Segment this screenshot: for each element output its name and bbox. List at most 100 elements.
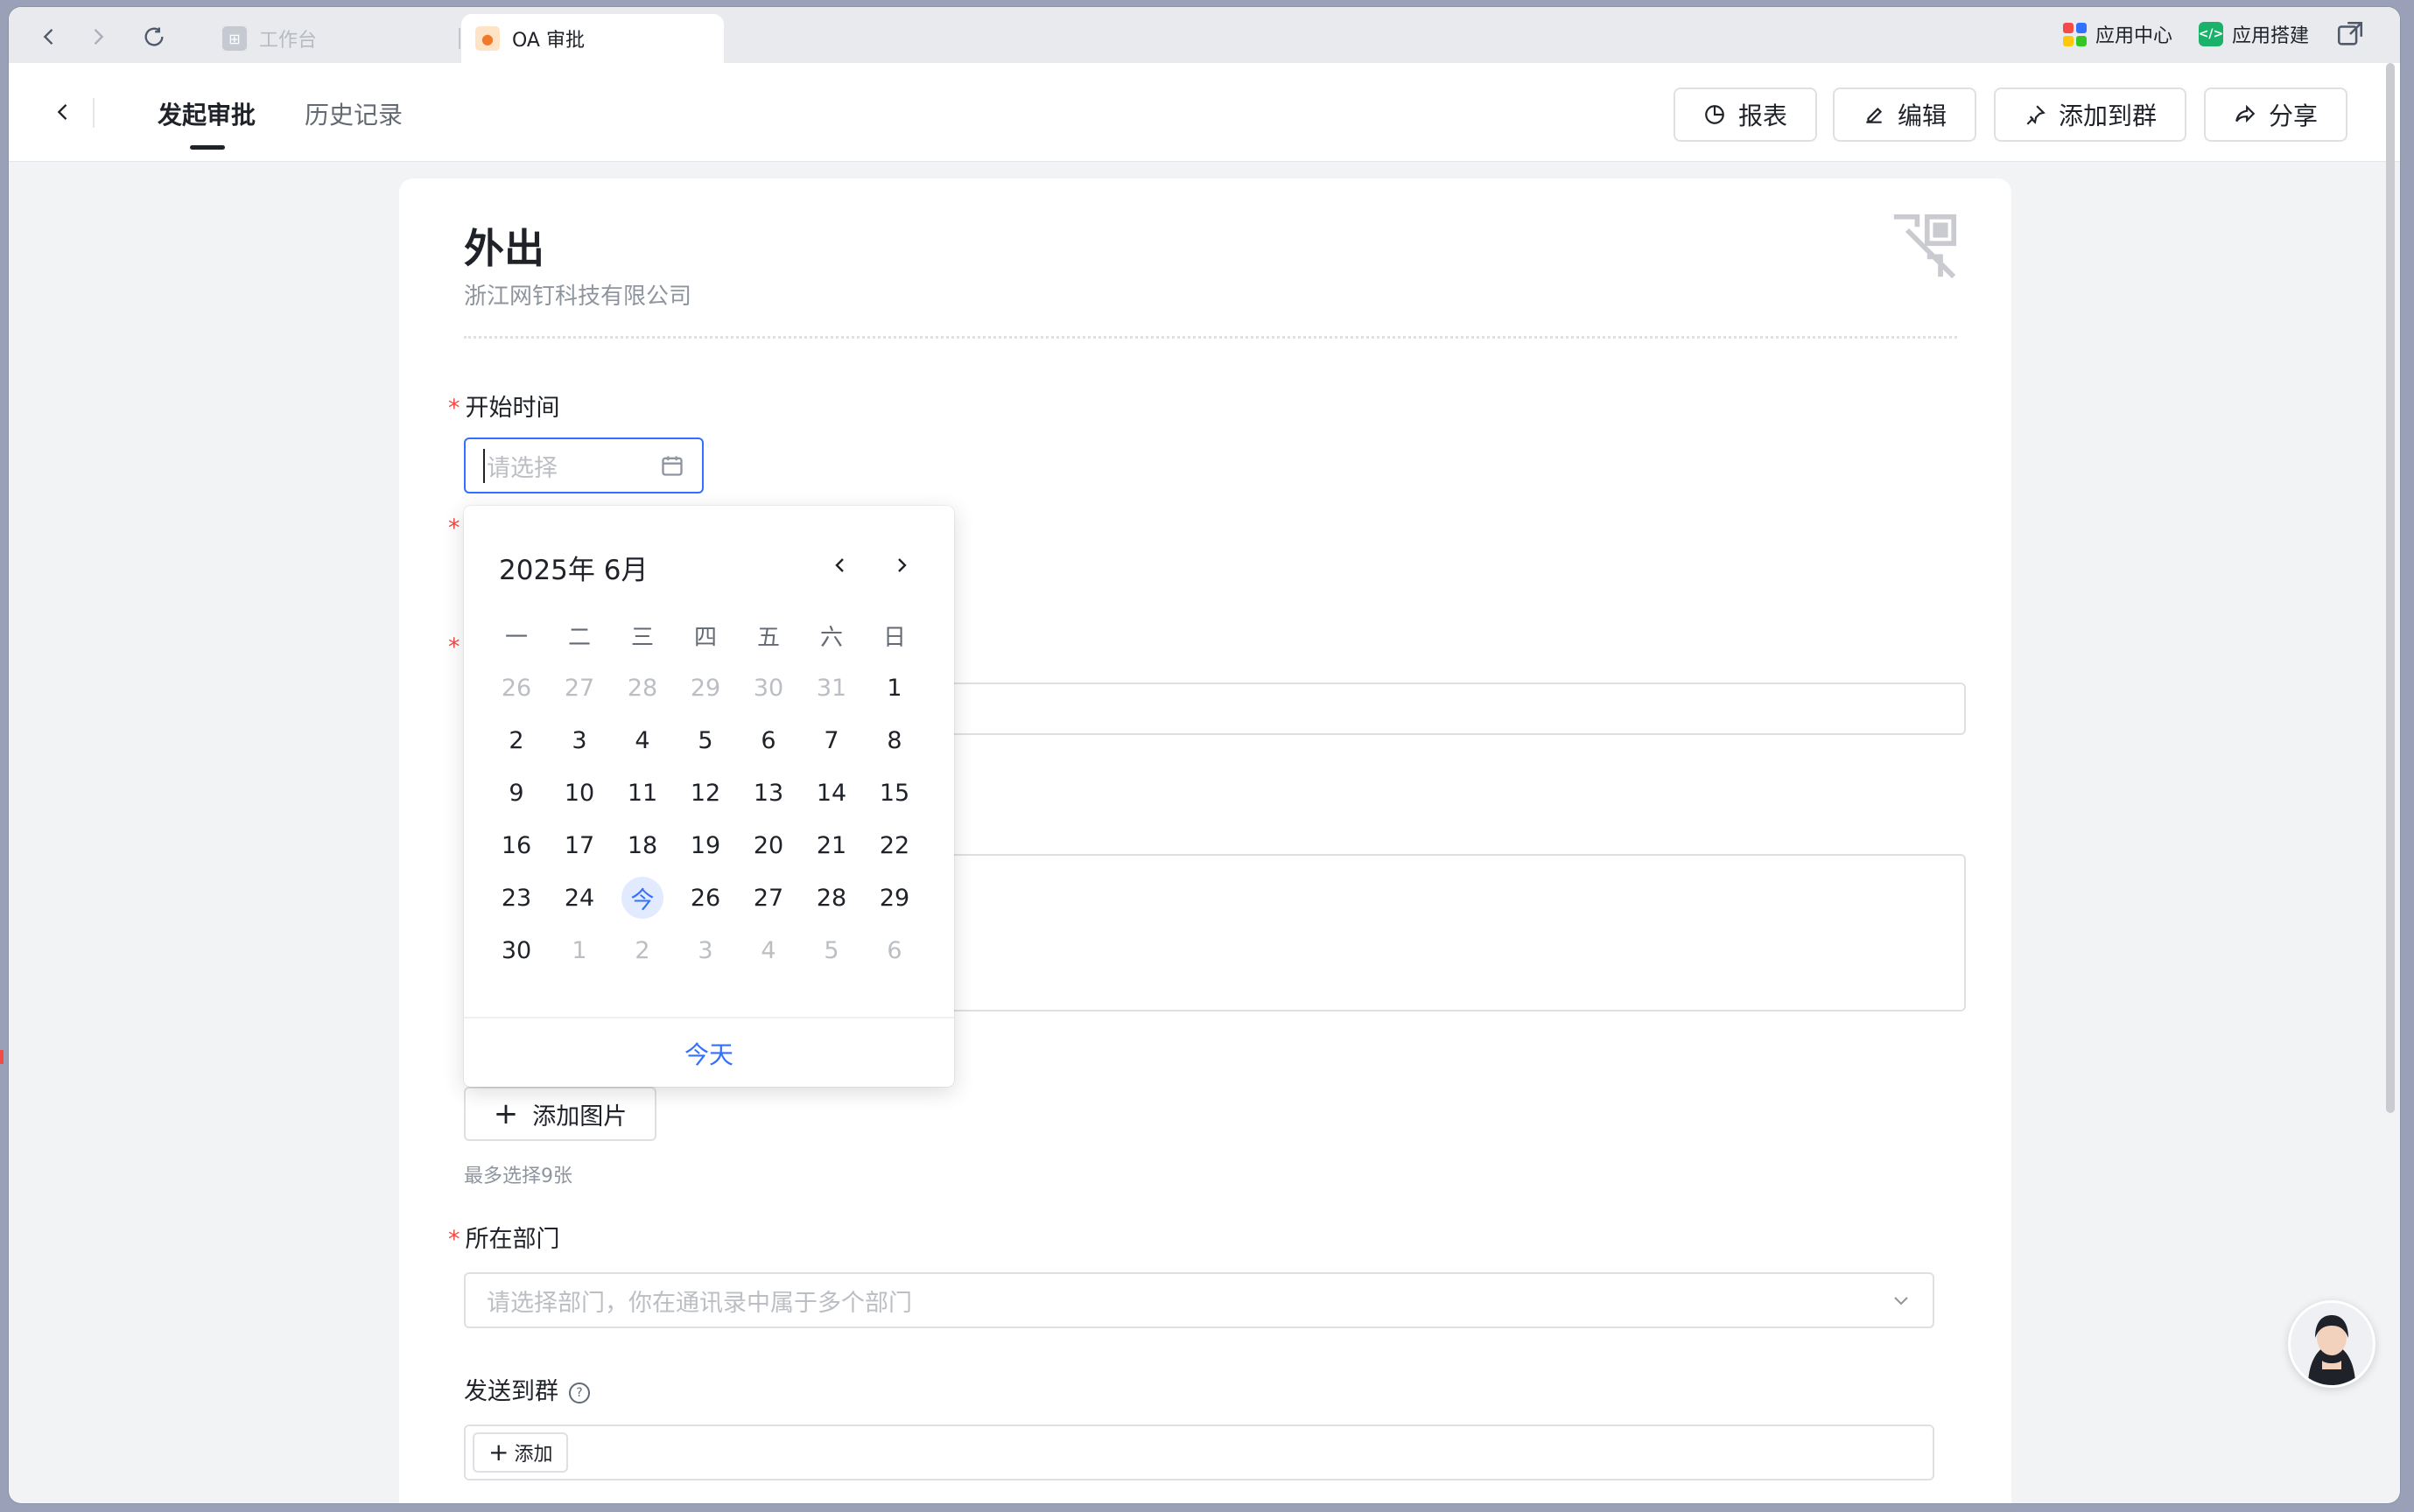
- required-mark: *: [448, 634, 460, 661]
- calendar-day[interactable]: 21: [800, 819, 863, 872]
- assistant-avatar[interactable]: [2288, 1300, 2375, 1388]
- calendar-day-label: 8: [887, 726, 902, 754]
- calendar-day[interactable]: 31: [800, 662, 863, 714]
- prev-month-button[interactable]: [823, 548, 858, 583]
- edit-label: 编辑: [1897, 102, 1947, 130]
- next-month-button[interactable]: [884, 548, 919, 583]
- chevron-right-icon: [898, 558, 907, 572]
- calendar-day[interactable]: 28: [800, 872, 863, 924]
- calendar-day[interactable]: 12: [674, 766, 737, 819]
- calendar-day[interactable]: 4: [611, 714, 674, 766]
- share-label: 分享: [2268, 102, 2318, 130]
- add-group-label: 添加: [514, 1444, 553, 1466]
- calendar-day-label: 4: [635, 726, 650, 754]
- calendar-day[interactable]: 24: [548, 872, 611, 924]
- weekday-label: 四: [693, 624, 717, 651]
- send-to-group-label-text: 发送到群: [464, 1378, 558, 1405]
- qr-code-icon[interactable]: [1891, 214, 1957, 280]
- tab-workbench[interactable]: ⊞ 工作台: [208, 14, 459, 63]
- calendar-day[interactable]: 2: [611, 924, 674, 976]
- calendar-day[interactable]: 5: [800, 924, 863, 976]
- tab-start-approval[interactable]: 发起审批: [158, 96, 256, 131]
- app-center-button[interactable]: 应用中心: [2062, 20, 2172, 48]
- calendar-day[interactable]: 16: [485, 819, 548, 872]
- help-icon[interactable]: ?: [569, 1382, 590, 1404]
- calendar-day[interactable]: 27: [548, 662, 611, 714]
- add-group-button[interactable]: + 添加: [473, 1432, 569, 1473]
- weekday-label: 三: [630, 624, 654, 651]
- back-nav-button[interactable]: [32, 19, 67, 54]
- calendar-day[interactable]: 15: [863, 766, 926, 819]
- calendar-day[interactable]: 3: [548, 714, 611, 766]
- calendar-day[interactable]: 26: [674, 872, 737, 924]
- calendar-week-row: 16 17 18 19 20 21 22: [485, 819, 940, 872]
- calendar-day[interactable]: 6: [737, 714, 800, 766]
- calendar-day[interactable]: 30: [485, 924, 548, 976]
- pin-icon: [2026, 105, 2046, 125]
- calendar-day-label: 5: [824, 936, 839, 964]
- calendar-day[interactable]: 19: [674, 819, 737, 872]
- refresh-button[interactable]: [137, 19, 172, 54]
- approval-app-icon: ●: [475, 26, 500, 51]
- calendar-day[interactable]: 1: [863, 662, 926, 714]
- calendar-day[interactable]: 13: [737, 766, 800, 819]
- calendar-day[interactable]: 1: [548, 924, 611, 976]
- open-external-button[interactable]: [2335, 19, 2365, 49]
- plus-icon: +: [493, 1096, 519, 1131]
- tab-oa-approval[interactable]: ● OA 审批: [461, 14, 724, 63]
- hidden-field-label: *: [448, 634, 466, 661]
- today-button[interactable]: 今天: [464, 1017, 954, 1088]
- calendar-month-title: 2025年 6月: [499, 555, 649, 586]
- calendar-day[interactable]: 29: [674, 662, 737, 714]
- edit-button[interactable]: 编辑: [1833, 88, 1976, 142]
- add-image-label: 添加图片: [532, 1102, 628, 1130]
- send-to-group-field: + 添加: [464, 1424, 1934, 1480]
- calendar-day[interactable]: 11: [611, 766, 674, 819]
- top-right-actions: 应用中心 </> 应用搭建: [2062, 19, 2365, 49]
- calendar-day[interactable]: 28: [611, 662, 674, 714]
- calendar-day[interactable]: 6: [863, 924, 926, 976]
- calendar-day[interactable]: 2: [485, 714, 548, 766]
- calendar-day[interactable]: 14: [800, 766, 863, 819]
- tab-history[interactable]: 历史记录: [305, 96, 403, 131]
- share-button[interactable]: 分享: [2204, 88, 2347, 142]
- app-builder-button[interactable]: </> 应用搭建: [2199, 20, 2309, 48]
- calendar-day[interactable]: 10: [548, 766, 611, 819]
- calendar-day-today[interactable]: 今: [611, 872, 674, 924]
- date-picker-popup: 2025年 6月 一二三四五六日 26 27 28 29 30 31 1 2 3 4 5 6 7 8 9 10 1…: [464, 506, 954, 1087]
- calendar-day[interactable]: 27: [737, 872, 800, 924]
- calendar-day[interactable]: 30: [737, 662, 800, 714]
- required-mark: *: [448, 395, 460, 422]
- page-back-button[interactable]: [46, 94, 81, 130]
- calendar-day[interactable]: 18: [611, 819, 674, 872]
- calendar-day-label: 20: [753, 831, 784, 859]
- tab-workbench-label: 工作台: [259, 30, 318, 52]
- calendar-day[interactable]: 8: [863, 714, 926, 766]
- calendar-day[interactable]: 4: [737, 924, 800, 976]
- app-window: ⊞ 工作台 ● OA 审批 应用中心 </> 应用搭建 发起审批 历史记录 报表…: [9, 7, 2400, 1503]
- calendar-day[interactable]: 5: [674, 714, 737, 766]
- add-image-button[interactable]: + 添加图片: [464, 1087, 656, 1141]
- calendar-day-label: 3: [572, 726, 587, 754]
- report-label: 报表: [1737, 102, 1787, 130]
- calendar-day-label: 28: [816, 884, 847, 912]
- calendar-day[interactable]: 23: [485, 872, 548, 924]
- start-time-input[interactable]: 请选择: [464, 438, 704, 494]
- calendar-day[interactable]: 20: [737, 819, 800, 872]
- calendar-day[interactable]: 22: [863, 819, 926, 872]
- department-label-text: 所在部门: [465, 1226, 560, 1253]
- forward-nav-button[interactable]: [81, 19, 116, 54]
- calendar-day[interactable]: 9: [485, 766, 548, 819]
- calendar-day[interactable]: 17: [548, 819, 611, 872]
- department-select[interactable]: 请选择部门，你在通讯录中属于多个部门: [464, 1272, 1934, 1328]
- calendar-day[interactable]: 7: [800, 714, 863, 766]
- weekday-label: 一: [504, 624, 528, 651]
- calendar-day[interactable]: 3: [674, 924, 737, 976]
- report-button[interactable]: 报表: [1674, 88, 1817, 142]
- calendar-day[interactable]: 26: [485, 662, 548, 714]
- calendar-day[interactable]: 29: [863, 872, 926, 924]
- hidden-field-label: *: [448, 514, 466, 542]
- scrollbar[interactable]: [2386, 63, 2395, 1113]
- calendar-icon: [662, 456, 683, 476]
- add-to-group-button[interactable]: 添加到群: [1994, 88, 2186, 142]
